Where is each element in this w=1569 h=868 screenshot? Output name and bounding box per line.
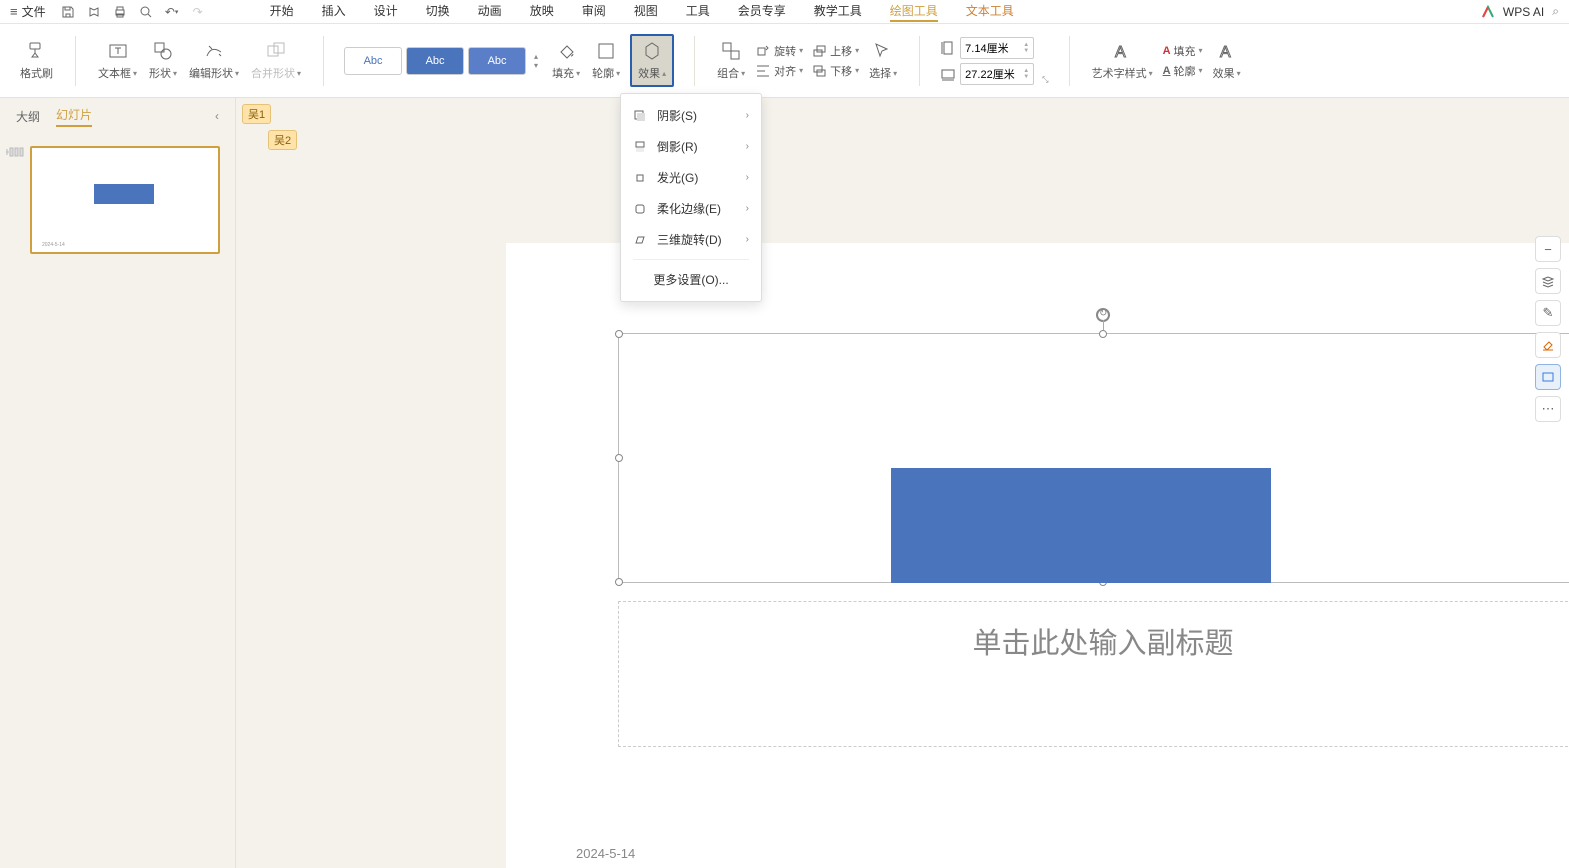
effect-more-settings[interactable]: 更多设置(O)... [621, 264, 761, 295]
effect-glow[interactable]: 发光(G)› [621, 162, 761, 193]
tab-review[interactable]: 审阅 [582, 2, 606, 22]
format-painter-label: 格式刷 [20, 65, 53, 81]
effect-reflection[interactable]: 倒影(R)› [621, 131, 761, 162]
rotate-button[interactable]: 旋转▾ [755, 43, 803, 59]
menu-bar: ≡ 文件 ↶ ▾ ↷ 开始 插入 设计 切换 动画 放映 审阅 视图 工具 会员… [0, 0, 1569, 24]
tab-slideshow[interactable]: 放映 [530, 2, 554, 22]
more-button[interactable]: ⋯ [1535, 396, 1561, 422]
ribbon: 格式刷 文本框▾ 形状▾ 编辑形状▾ 合并形状▾ Abc Abc Abc ▴▾ [0, 24, 1569, 98]
effect-button[interactable]: 效果▴ [630, 34, 674, 87]
comment-marker-2[interactable]: 吴2 [268, 130, 297, 150]
subtitle-placeholder[interactable]: 单击此处输入副标题 [618, 601, 1569, 747]
thumb-date: 2024-5-14 [42, 242, 65, 248]
pencil-button[interactable]: ✎ [1535, 300, 1561, 326]
move-down-button[interactable]: 下移▾ [811, 63, 859, 79]
slide-thumbnail-1[interactable]: 2024-5-14 [30, 146, 220, 254]
tab-view[interactable]: 视图 [634, 2, 658, 22]
effect-shadow[interactable]: 阴影(S)› [621, 100, 761, 131]
tab-design[interactable]: 设计 [374, 2, 398, 22]
tab-tools[interactable]: 工具 [686, 2, 710, 22]
collapse-panel-icon[interactable]: ‹ [215, 109, 219, 123]
gallery-more[interactable]: ▴▾ [530, 52, 542, 70]
style-2[interactable]: Abc [406, 47, 464, 75]
slide: 单击此处输入副标题 2024-5-14 [506, 243, 1569, 868]
preview-icon[interactable] [138, 4, 154, 20]
align-button[interactable]: 对齐▾ [755, 63, 803, 79]
wps-ai-icon [1481, 5, 1495, 19]
file-label: 文件 [22, 3, 46, 20]
height-icon [940, 40, 956, 56]
handle-top-mid[interactable] [1099, 330, 1107, 338]
format-painter-button[interactable]: 格式刷 [18, 36, 55, 85]
text-fill-button[interactable]: A填充▾ [1163, 43, 1203, 59]
svg-text:A: A [1220, 44, 1231, 61]
save-icon[interactable] [60, 4, 76, 20]
tab-text-tools[interactable]: 文本工具 [966, 2, 1014, 22]
width-field[interactable]: 27.22厘米▲▼ [940, 63, 1034, 85]
handle-bot-left[interactable] [615, 578, 623, 586]
hamburger-icon: ≡ [10, 4, 18, 19]
layers-button[interactable] [1535, 268, 1561, 294]
textbox-button[interactable]: 文本框▾ [96, 36, 139, 85]
style-3[interactable]: Abc [468, 47, 526, 75]
select-button[interactable]: 选择▾ [867, 36, 899, 85]
paint-button[interactable] [1535, 332, 1561, 358]
width-icon [940, 66, 956, 82]
effect-3d-rotation[interactable]: 三维旋转(D)› [621, 224, 761, 255]
text-outline-button[interactable]: A轮廓▾ [1163, 63, 1203, 79]
pane-button[interactable] [1535, 364, 1561, 390]
edit-shape-button[interactable]: 编辑形状▾ [187, 36, 241, 85]
style-1[interactable]: Abc [344, 47, 402, 75]
slide-canvas[interactable]: 吴1 吴2 单击此处输入副标题 [236, 98, 1569, 868]
shape-button[interactable]: 形状▾ [147, 36, 179, 85]
tab-membership[interactable]: 会员专享 [738, 2, 786, 22]
panel-tab-outline[interactable]: 大纲 [16, 108, 40, 125]
tab-animation[interactable]: 动画 [478, 2, 502, 22]
export-icon[interactable] [86, 4, 102, 20]
thumb-shape [94, 184, 154, 204]
undo-icon[interactable]: ↶ ▾ [164, 4, 180, 20]
wps-ai-label[interactable]: WPS AI [1503, 5, 1544, 19]
tab-transition[interactable]: 切换 [426, 2, 450, 22]
move-up-button[interactable]: 上移▾ [811, 43, 859, 59]
handle-mid-left[interactable] [615, 454, 623, 462]
outline-button[interactable]: 轮廓▾ [590, 36, 622, 85]
group-button[interactable]: 组合▾ [715, 36, 747, 85]
fill-button[interactable]: 填充▾ [550, 36, 582, 85]
art-style-button[interactable]: A 艺术字样式▾ [1090, 36, 1155, 85]
shape-style-gallery[interactable]: Abc Abc Abc ▴▾ [344, 47, 542, 75]
redo-icon[interactable]: ↷ [190, 4, 206, 20]
size-launcher[interactable]: ⤡ [1042, 75, 1048, 85]
text-effect-button[interactable]: A 效果▾ [1211, 36, 1243, 85]
tab-insert[interactable]: 插入 [322, 2, 346, 22]
tab-teaching[interactable]: 教学工具 [814, 2, 862, 22]
comment-marker-1[interactable]: 吴1 [242, 104, 271, 124]
tab-drawing-tools[interactable]: 绘图工具 [890, 2, 938, 22]
print-icon[interactable] [112, 4, 128, 20]
handle-top-left[interactable] [615, 330, 623, 338]
height-spinner[interactable]: ▲▼ [1023, 42, 1029, 54]
svg-text:A: A [1115, 44, 1126, 61]
slide-number-icon [6, 146, 24, 158]
subtitle-text: 单击此处输入副标题 [972, 620, 1233, 662]
panel-tab-slides[interactable]: 幻灯片 [56, 106, 92, 127]
merge-shape-button: 合并形状▾ [249, 36, 303, 85]
blue-rectangle-shape[interactable] [891, 468, 1271, 583]
right-sidebar: − ✎ ⋯ [1535, 236, 1561, 422]
ribbon-tabs: 开始 插入 设计 切换 动画 放映 审阅 视图 工具 会员专享 教学工具 绘图工… [270, 2, 1014, 22]
quick-access-toolbar: ↶ ▾ ↷ [60, 4, 206, 20]
slide-panel: 大纲 幻灯片 ‹ 2024-5-14 [0, 98, 236, 868]
zoom-out-button[interactable]: − [1535, 236, 1561, 262]
search-icon[interactable]: ⌕ [1552, 4, 1559, 19]
file-menu[interactable]: ≡ 文件 [10, 3, 46, 20]
width-spinner[interactable]: ▲▼ [1023, 68, 1029, 80]
effect-dropdown: 阴影(S)› 倒影(R)› 发光(G)› 柔化边缘(E)› 三维旋转(D)› 更… [620, 93, 762, 302]
height-field[interactable]: 7.14厘米▲▼ [940, 37, 1034, 59]
effect-soft-edge[interactable]: 柔化边缘(E)› [621, 193, 761, 224]
slide-date: 2024-5-14 [576, 846, 635, 861]
tab-start[interactable]: 开始 [270, 2, 294, 22]
